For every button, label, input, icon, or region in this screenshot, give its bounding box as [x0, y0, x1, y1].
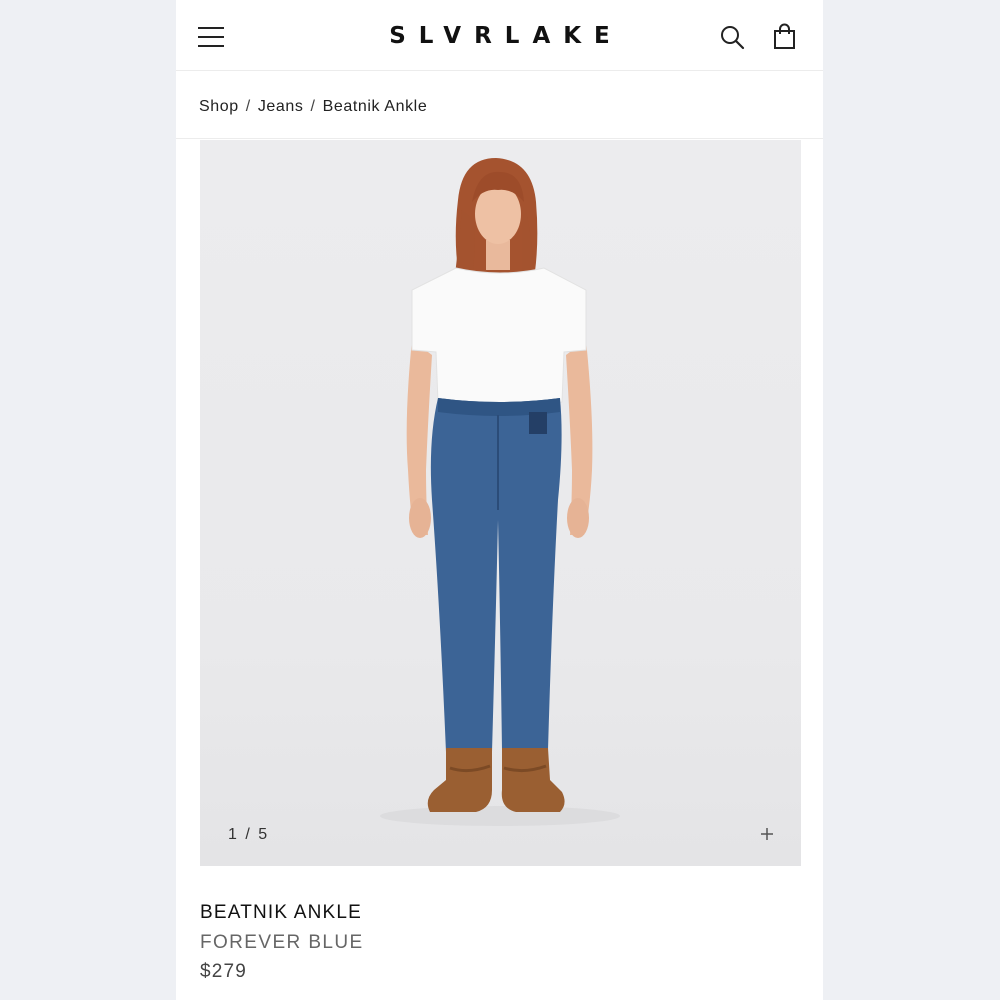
plus-icon[interactable] — [759, 826, 775, 842]
product-page: SLVRLAKE Shop / Jeans / Beatnik Ankle 1 … — [176, 0, 823, 1000]
breadcrumb-separator: / — [310, 98, 316, 115]
top-header: SLVRLAKE — [176, 0, 823, 71]
brand-logo[interactable]: SLVRLAKE — [326, 22, 673, 50]
product-price: $279 — [200, 961, 248, 982]
search-icon[interactable] — [719, 24, 747, 52]
hamburger-menu-icon[interactable] — [198, 24, 226, 48]
breadcrumb-shop[interactable]: Shop — [199, 98, 239, 115]
product-photo — [380, 158, 620, 826]
product-image-gallery[interactable]: 1 / 5 — [200, 140, 801, 866]
breadcrumb-current: Beatnik Ankle — [322, 98, 428, 115]
product-info: BEATNIK ANKLE FOREVER BLUE $279 — [200, 898, 700, 986]
breadcrumb-separator: / — [245, 98, 251, 115]
shopping-bag-icon[interactable] — [772, 23, 798, 51]
breadcrumb-jeans[interactable]: Jeans — [258, 98, 304, 115]
breadcrumb: Shop / Jeans / Beatnik Ankle — [176, 71, 823, 139]
product-color: FOREVER BLUE — [200, 932, 364, 953]
image-counter: 1 / 5 — [228, 826, 270, 843]
product-name: BEATNIK ANKLE — [200, 902, 363, 923]
